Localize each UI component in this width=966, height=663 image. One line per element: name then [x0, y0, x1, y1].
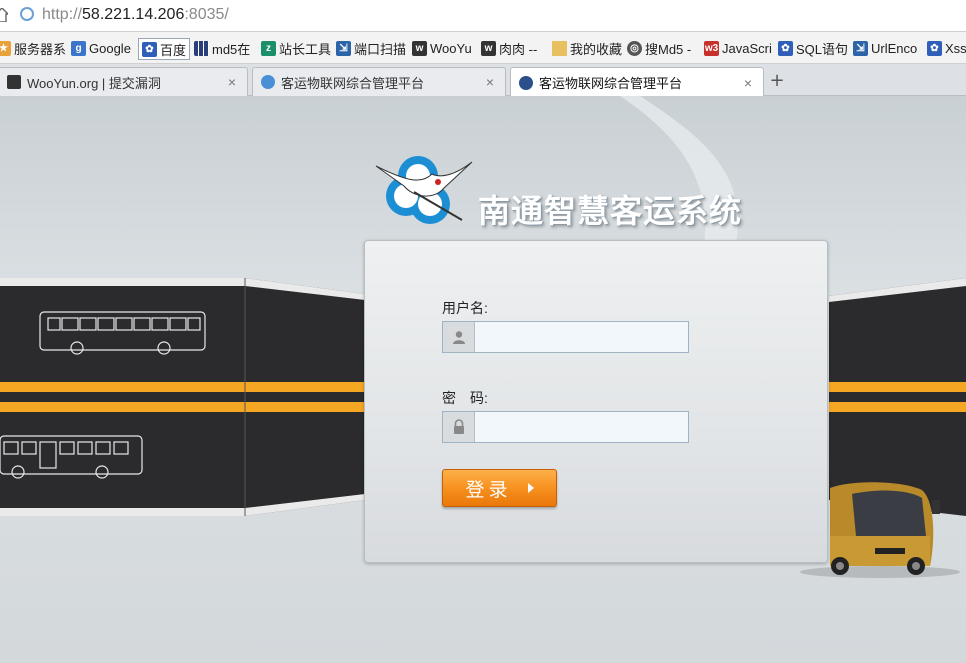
- wooyun-icon: w: [481, 40, 496, 56]
- bookmark-item[interactable]: w 肉肉 --: [481, 39, 537, 57]
- bookmark-item[interactable]: w WooYu: [412, 39, 472, 57]
- bookmark-item[interactable]: ◎ 搜Md5 -: [627, 39, 691, 57]
- user-icon: [443, 322, 475, 352]
- username-label: 用户名:: [442, 300, 488, 316]
- baidu-paw-icon: ✿: [927, 40, 942, 56]
- password-field-wrapper: [442, 411, 689, 443]
- login-button[interactable]: 登录: [442, 469, 557, 507]
- crane-logo-icon: [375, 156, 473, 224]
- url-host: 58.221.14.206: [82, 6, 185, 23]
- username-input[interactable]: [475, 322, 688, 352]
- password-label: 密 码:: [442, 390, 488, 406]
- bookmark-label: 端口扫描: [354, 41, 407, 57]
- bird-icon: [261, 75, 275, 89]
- bookmark-item[interactable]: g Google: [71, 39, 131, 57]
- tab-label: 客运物联网综合管理平台: [281, 75, 425, 91]
- gear-icon: [519, 75, 533, 90]
- scan-icon: ⇲: [853, 40, 868, 56]
- bookmark-label: Google: [89, 40, 131, 56]
- bookmark-item[interactable]: md5在: [194, 39, 250, 57]
- w3-icon: w3: [704, 40, 719, 56]
- tab-strip: WooYun.org | 提交漏洞 × 客运物联网综合管理平台 × 客运物联网综…: [0, 64, 966, 97]
- bookmark-folder[interactable]: 我的收藏: [552, 39, 622, 57]
- wooyun-icon: [7, 75, 21, 89]
- bookmark-label: 肉肉 --: [499, 41, 538, 57]
- home-icon[interactable]: [0, 8, 8, 22]
- bookmark-label: UrlEnco: [871, 40, 918, 56]
- bookmark-label: 站长工具: [279, 41, 332, 57]
- system-title: 南通智慧客运系统: [478, 193, 743, 229]
- wooyun-icon: w: [412, 40, 427, 56]
- globe-icon: ◎: [627, 40, 642, 56]
- close-icon[interactable]: ×: [483, 74, 497, 90]
- bookmark-label: WooYu: [430, 40, 472, 56]
- url-scheme: http://: [42, 6, 83, 23]
- lock-icon: [443, 412, 475, 442]
- chinaz-icon: z: [261, 40, 276, 56]
- bookmark-item[interactable]: ✿ 百度: [138, 38, 191, 60]
- bookmark-item[interactable]: ⇲ UrlEnco: [853, 39, 917, 57]
- star-icon: ★: [0, 40, 11, 56]
- baidu-paw-icon: ✿: [142, 41, 157, 57]
- tab-wooyun[interactable]: WooYun.org | 提交漏洞 ×: [0, 67, 248, 96]
- folder-icon: [552, 40, 567, 56]
- bookmark-label: 百度: [160, 42, 187, 58]
- bookmark-item[interactable]: ✿ SQL语句: [778, 39, 848, 57]
- bookmark-label: JavaScri: [722, 40, 772, 56]
- close-icon[interactable]: ×: [741, 75, 755, 91]
- login-panel: 用户名: 密 码: 登录: [364, 240, 828, 563]
- scan-icon: ⇲: [336, 40, 351, 56]
- site-info-icon[interactable]: [20, 7, 34, 21]
- google-icon: g: [71, 40, 86, 56]
- password-input[interactable]: [475, 412, 688, 442]
- close-icon[interactable]: ×: [225, 74, 239, 90]
- tab-label: WooYun.org | 提交漏洞: [27, 75, 161, 91]
- bookmark-item[interactable]: w3 JavaScri: [704, 39, 772, 57]
- bookmark-label: 我的收藏: [570, 41, 623, 57]
- bookmark-label: SQL语句: [796, 41, 849, 57]
- bookmark-item[interactable]: ⇲ 端口扫描: [336, 39, 406, 57]
- url-port-path: :8035/: [184, 6, 229, 23]
- grid-icon: [194, 40, 209, 56]
- bookmark-label: md5在: [212, 41, 251, 57]
- tab-platform-active[interactable]: 客运物联网综合管理平台 ×: [510, 67, 764, 97]
- bookmark-label: 搜Md5 -: [645, 41, 692, 57]
- address-bar: http://58.221.14.206:8035/: [0, 0, 966, 32]
- login-page: 南通智慧客运系统 用户名: 密 码: 登录: [0, 96, 966, 663]
- bookmarks-bar: ★服务器系 gGoogle ✿百度 md5在 z站长工具 ⇲端口扫描 wWooY…: [0, 32, 966, 64]
- bookmark-item[interactable]: z 站长工具: [261, 39, 331, 57]
- new-tab-button[interactable]: +: [765, 70, 789, 92]
- baidu-paw-icon: ✿: [778, 40, 793, 56]
- arrow-right-icon: [527, 483, 534, 493]
- bookmark-item[interactable]: ★服务器系: [0, 39, 66, 57]
- bookmark-label: 服务器系: [14, 41, 67, 57]
- tab-label: 客运物联网综合管理平台: [539, 76, 683, 91]
- login-button-label: 登录: [465, 479, 512, 501]
- username-field-wrapper: [442, 321, 689, 353]
- bookmark-item[interactable]: ✿ Xss: [927, 39, 966, 57]
- tab-platform[interactable]: 客运物联网综合管理平台 ×: [252, 67, 506, 96]
- bookmark-label: Xss: [945, 40, 966, 56]
- url-field[interactable]: http://58.221.14.206:8035/: [42, 6, 229, 24]
